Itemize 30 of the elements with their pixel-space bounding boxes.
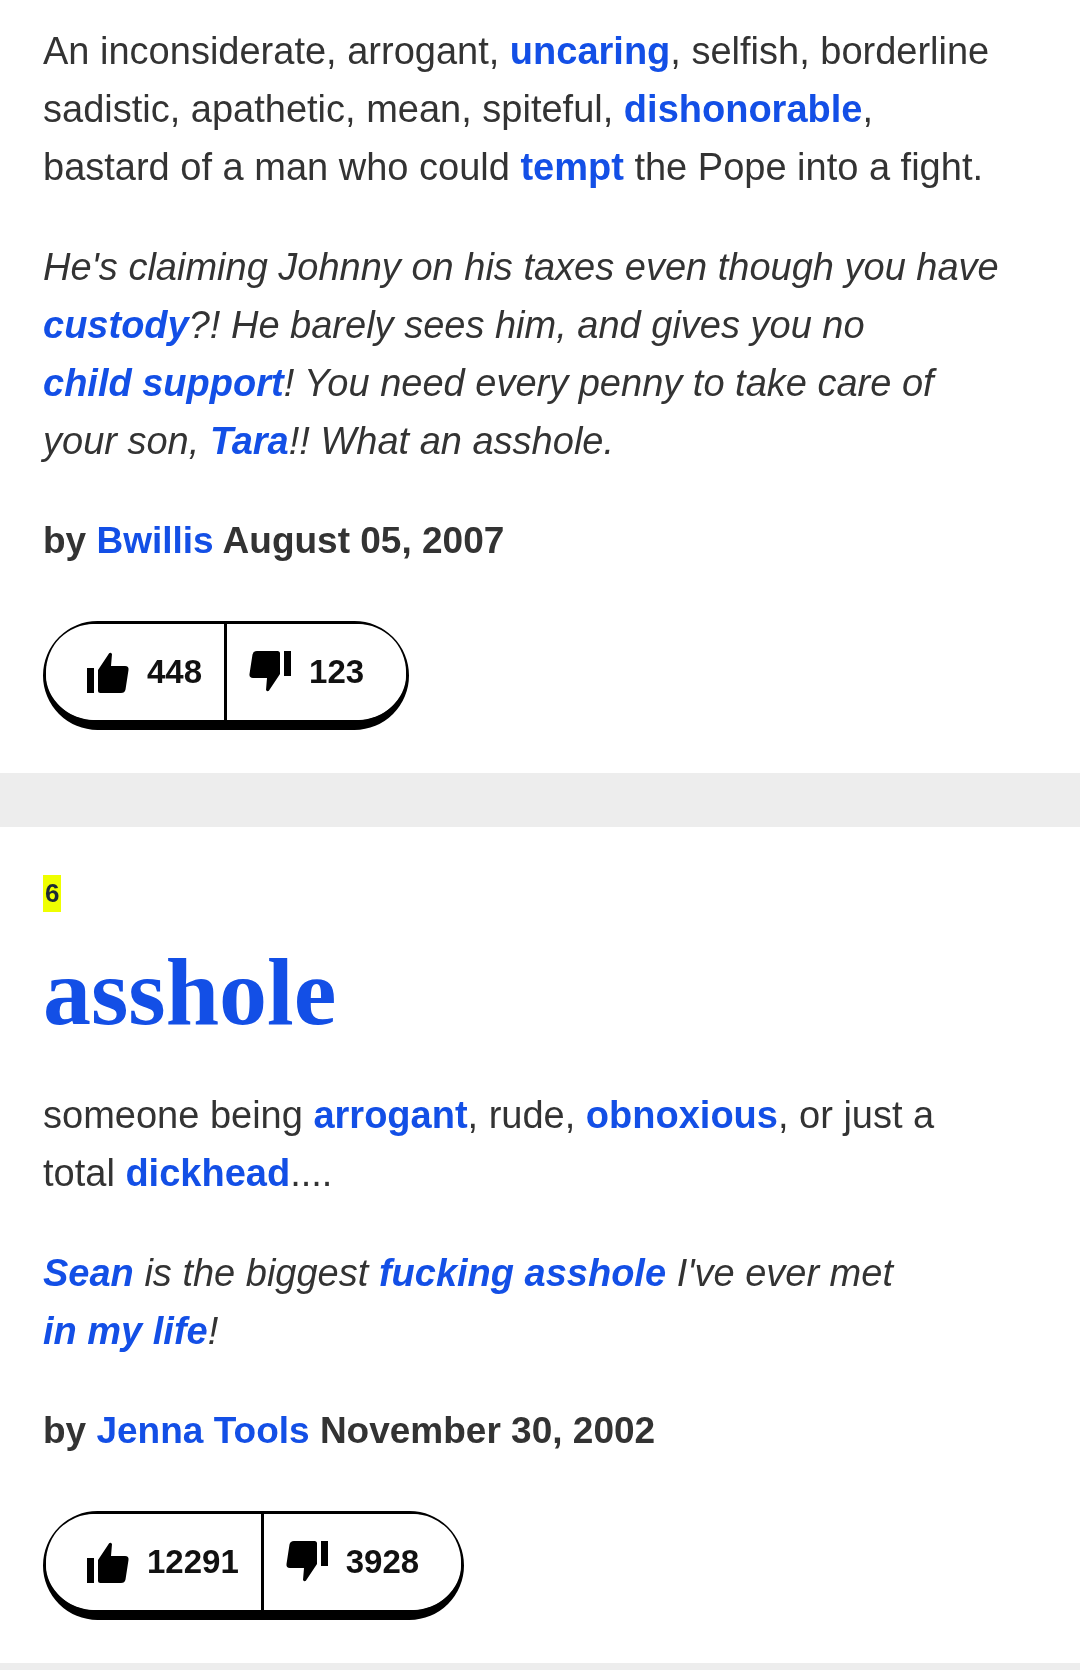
by-label: by	[43, 520, 87, 561]
example-text: He's claiming Johnny on his taxes even though you have custody?! He barely sees him, and gives you no child support! You need every penny to take care of your son, Tara!! What an asshole.	[43, 245, 1000, 464]
definition-text: someone being arrogant, rude, obnoxious, or just a total dickhead....	[43, 1093, 936, 1196]
thumbs-up-icon	[87, 1541, 129, 1583]
thumbs-down-icon	[249, 651, 292, 693]
word-link[interactable]: Tara	[209, 420, 289, 462]
word-link[interactable]: dishonorable	[623, 88, 863, 130]
definition-text: An inconsiderate, arrogant, uncaring, selfish, borderline sadistic, apathetic, mean, spiteful, dishonorable, bastard of a man who could tempt the Pope into a fight.	[43, 29, 991, 190]
rank-badge: 6	[43, 875, 62, 912]
upvote-button[interactable]: 12291	[46, 1514, 264, 1610]
word-title[interactable]: asshole	[43, 942, 337, 1042]
by-label: by	[43, 1410, 87, 1451]
word-link[interactable]: in my life	[43, 1310, 208, 1352]
date-text: August 05, 2007	[222, 520, 505, 561]
word-link[interactable]: tempt	[520, 146, 624, 188]
word-link[interactable]: dickhead	[125, 1152, 291, 1194]
example-text: Sean is the biggest fucking asshole I've ever met in my life!	[43, 1251, 896, 1354]
date-text: November 30, 2002	[319, 1410, 656, 1451]
word-link[interactable]: Sean	[43, 1252, 134, 1294]
thumbs-up-icon	[87, 651, 129, 693]
word-link[interactable]: uncaring	[509, 30, 671, 72]
word-link[interactable]: child support	[43, 362, 284, 404]
thumbs-down-icon	[285, 1541, 328, 1583]
word-link[interactable]: fucking asshole	[378, 1252, 667, 1294]
word-link[interactable]: custody	[43, 304, 189, 346]
word-link[interactable]: arrogant	[313, 1094, 468, 1136]
author-link[interactable]: Jenna Tools	[96, 1410, 310, 1451]
word-link[interactable]: obnoxious	[585, 1094, 778, 1136]
upvote-button[interactable]: 448	[46, 624, 228, 720]
author-link[interactable]: Bwillis	[96, 520, 214, 561]
